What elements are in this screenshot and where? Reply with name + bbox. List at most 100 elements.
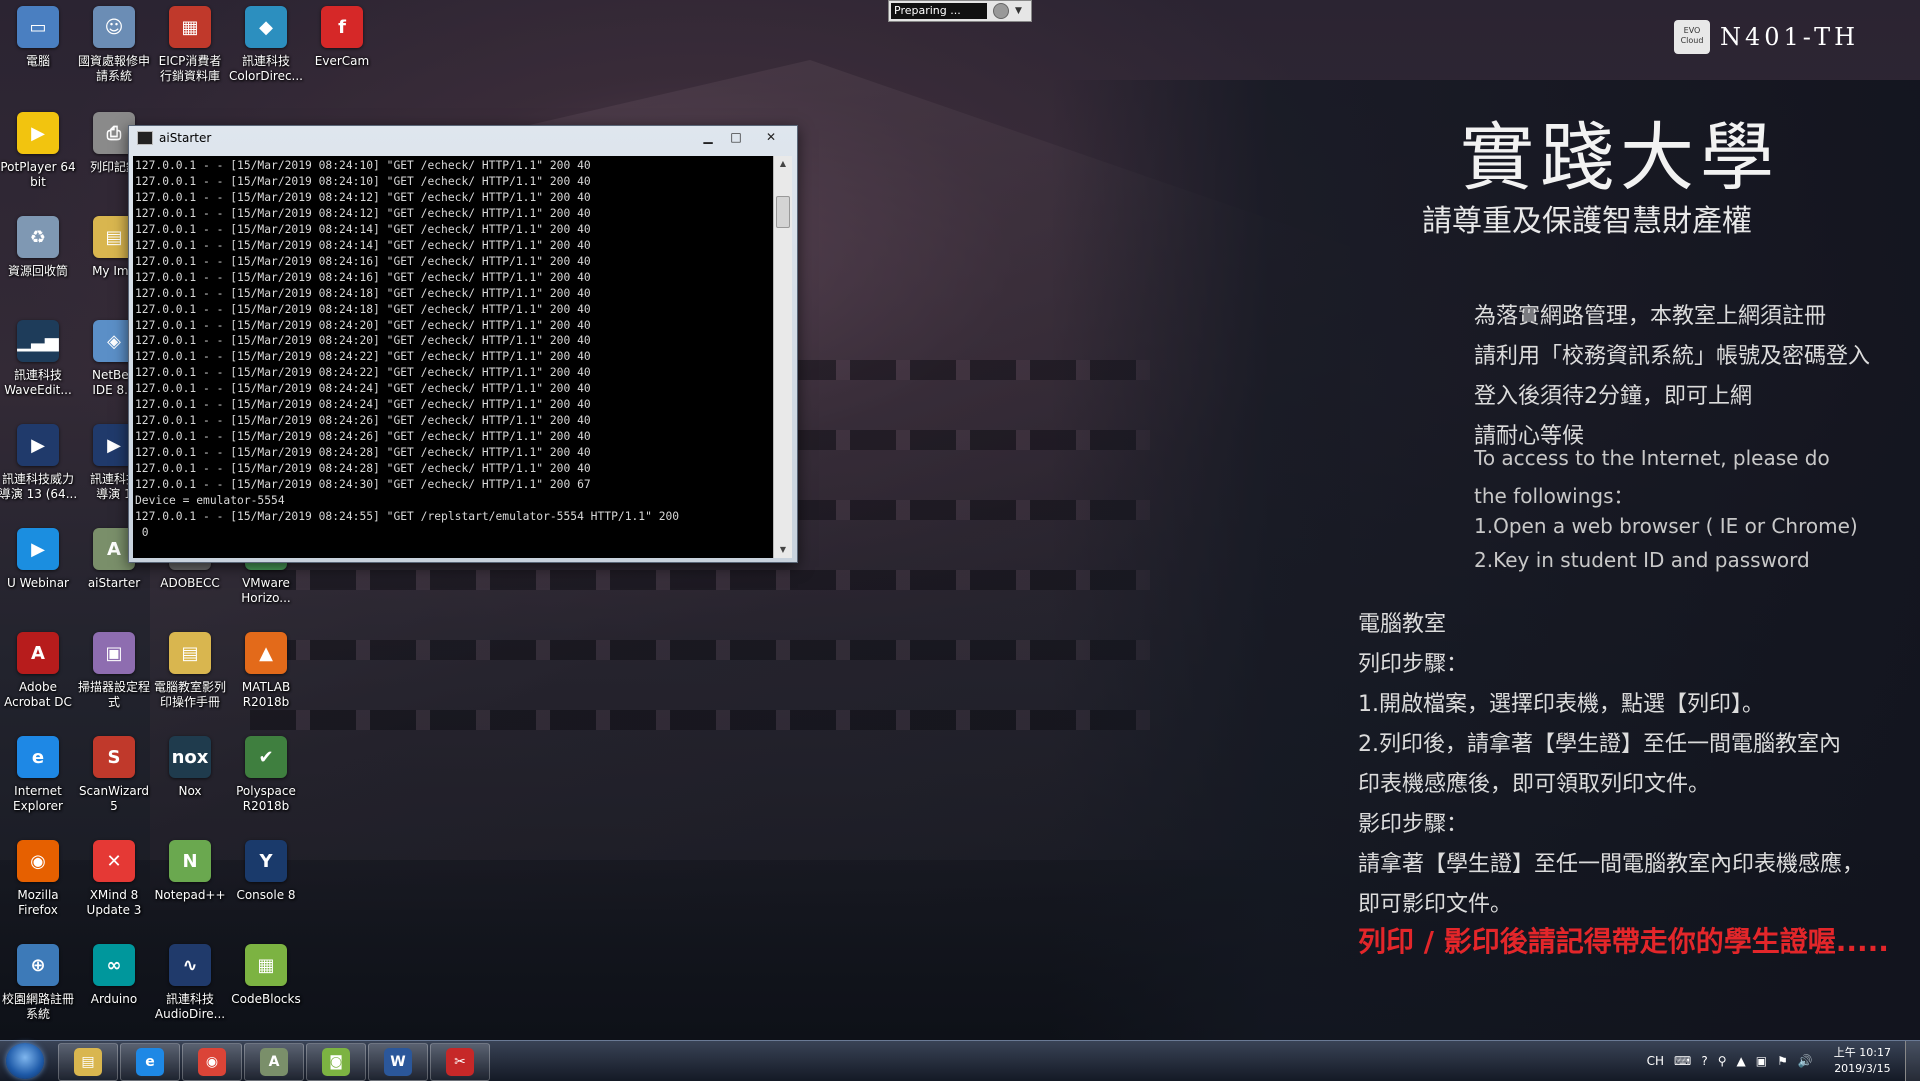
clock-date: 2019/3/15 xyxy=(1834,1062,1891,1075)
internet-explorer-icon: e xyxy=(136,1048,164,1076)
eicp-icon: ▦ xyxy=(169,6,211,48)
colordirector-icon: ◆ xyxy=(245,6,287,48)
desktop-icon[interactable]: ▶ U Webinar xyxy=(0,528,76,632)
status-dot-icon xyxy=(993,3,1009,19)
taskbar-item-word[interactable]: W xyxy=(368,1043,428,1081)
desktop-icon[interactable]: ◉ Mozilla Firefox xyxy=(0,840,76,944)
desktop-icon-label: 資源回收筒 xyxy=(7,264,68,278)
dropdown-caret-icon[interactable]: ▼ xyxy=(1015,6,1022,16)
desktop-icon-label: Console 8 xyxy=(236,888,296,902)
desktop-icon[interactable]: ⊕ 校園網路註冊 系統 xyxy=(0,944,76,1048)
lab-line: 2.列印後，請拿著【學生證】至任一間電腦教室內 xyxy=(1358,732,1841,757)
console-window[interactable]: aiStarter ▁ □ ✕ 127.0.0.1 - - [15/Mar/20… xyxy=(128,125,798,563)
ip-notice: 請尊重及保護智慧財產權 xyxy=(1422,204,1752,239)
desktop-icon[interactable]: ▤ 電腦教室影列 印操作手冊 xyxy=(152,632,228,736)
desktop-icon-label: U Webinar xyxy=(7,576,69,590)
arduino-icon: ∞ xyxy=(93,944,135,986)
taskbar-item-aistarter[interactable]: A xyxy=(244,1043,304,1081)
internet-explorer-icon: e xyxy=(17,736,59,778)
vertical-scrollbar[interactable]: ▲ ▼ xyxy=(773,156,792,558)
firefox-icon: ◉ xyxy=(17,840,59,882)
desktop-icon[interactable]: ∞ Arduino xyxy=(76,944,152,1048)
desktop-icon-label: 電腦教室影列 印操作手冊 xyxy=(153,680,226,709)
desktop-icon[interactable]: ▦ EICP消費者 行銷資料庫 xyxy=(152,6,228,110)
desktop-icon-label: Notepad++ xyxy=(154,888,226,902)
scanwizard-icon: S xyxy=(93,736,135,778)
taskbar-item-snipping[interactable]: ✂ xyxy=(430,1043,490,1081)
taskbar-item-explorer[interactable]: ▤ xyxy=(58,1043,118,1081)
info-line: 請利用「校務資訊系統」帳號及密碼登入 xyxy=(1474,344,1871,369)
desktop-icon-label: ScanWizard 5 xyxy=(78,784,150,813)
start-button[interactable] xyxy=(6,1043,44,1079)
desktop-icon-label: PotPlayer 64 bit xyxy=(0,160,76,189)
taskbar-item-android[interactable]: ◙ xyxy=(306,1043,366,1081)
keyboard-icon[interactable]: ⌨ xyxy=(1674,1054,1691,1068)
info-line-en: 2.Key in student ID and password xyxy=(1474,548,1810,572)
console-text: 127.0.0.1 - - [15/Mar/2019 08:24:10] "GE… xyxy=(135,159,680,539)
network-icon[interactable]: ▣ xyxy=(1756,1054,1767,1068)
console-app-icon xyxy=(137,131,153,145)
desktop-icon[interactable]: ✔ Polyspace R2018b xyxy=(228,736,304,840)
desktop-icon[interactable]: Y Console 8 xyxy=(228,840,304,944)
aistarter-icon: A xyxy=(260,1048,288,1076)
desktop-icon[interactable]: ▭ 電腦 xyxy=(0,6,76,110)
ime-icon[interactable]: ⚲ xyxy=(1718,1054,1727,1068)
desktop-icon[interactable]: ▣ 掃描器設定程 式 xyxy=(76,632,152,736)
xmind-icon: ✕ xyxy=(93,840,135,882)
scroll-down-icon[interactable]: ▼ xyxy=(774,542,792,558)
acrobat-icon: A xyxy=(17,632,59,674)
desktop-icon-label: Arduino xyxy=(90,992,138,1006)
desktop-icon[interactable]: A Adobe Acrobat DC xyxy=(0,632,76,736)
desktop-icon[interactable]: N Notepad++ xyxy=(152,840,228,944)
close-button[interactable]: ✕ xyxy=(751,128,791,146)
preparing-widget[interactable]: Preparing ... ▼ xyxy=(888,0,1032,22)
help-icon[interactable]: ? xyxy=(1701,1054,1707,1068)
evo-cloud-icon: EVO Cloud xyxy=(1674,20,1710,54)
wallpaper-window-row xyxy=(250,570,1150,590)
machine-name: N401-TH xyxy=(1720,23,1859,51)
language-indicator[interactable]: CH xyxy=(1647,1054,1664,1068)
desktop-icon[interactable]: S ScanWizard 5 xyxy=(76,736,152,840)
lab-line: 電腦教室 xyxy=(1358,612,1447,637)
console-titlebar[interactable]: aiStarter ▁ □ ✕ xyxy=(129,126,797,150)
desktop-icon-label: 訊連科技 ColorDirec... xyxy=(229,54,303,83)
desktop-icon[interactable]: ▁▃▅ 訊連科技 WaveEdit... xyxy=(0,320,76,424)
desktop-icon-label: 訊連科技 AudioDire... xyxy=(154,992,226,1021)
desktop-icon[interactable]: nox Nox xyxy=(152,736,228,840)
users-icon: ☺ xyxy=(93,6,135,48)
notepadpp-icon: N xyxy=(169,840,211,882)
taskbar-item-ie[interactable]: e xyxy=(120,1043,180,1081)
desktop-icon[interactable]: ◆ 訊連科技 ColorDirec... xyxy=(228,6,304,110)
desktop-icon[interactable]: ▶ PotPlayer 64 bit xyxy=(0,112,76,216)
android-icon: ◙ xyxy=(322,1048,350,1076)
scroll-thumb[interactable] xyxy=(776,196,790,228)
taskbar-item-chrome[interactable]: ◉ xyxy=(182,1043,242,1081)
info-line: 為落實網路管理，本教室上網須註冊 xyxy=(1474,304,1827,329)
show-desktop-button[interactable] xyxy=(1905,1041,1920,1081)
desktop-icon[interactable]: ▲ MATLAB R2018b xyxy=(228,632,304,736)
desktop-icon[interactable]: e Internet Explorer xyxy=(0,736,76,840)
nox-icon: nox xyxy=(169,736,211,778)
desktop-icon[interactable]: f EverCam xyxy=(304,6,380,110)
scroll-up-icon[interactable]: ▲ xyxy=(774,156,792,172)
action-center-flag-icon[interactable]: ⚑ xyxy=(1777,1054,1788,1068)
desktop-icon[interactable]: ▶ 訊連科技威力 導演 13 (64... xyxy=(0,424,77,528)
desktop-icon[interactable]: ✕ XMind 8 Update 3 xyxy=(76,840,152,944)
desktop-icon-label: 校園網路註冊 系統 xyxy=(1,992,74,1021)
desktop-icon[interactable]: ☺ 國資處報修申 請系統 xyxy=(76,6,152,110)
chrome-icon: ◉ xyxy=(198,1048,226,1076)
computer-icon: ▭ xyxy=(17,6,59,48)
desktop-icon[interactable]: ∿ 訊連科技 AudioDire... xyxy=(152,944,228,1048)
desktop-icon-label: ADOBECC xyxy=(160,576,220,590)
codeblocks-icon: ▦ xyxy=(245,944,287,986)
minimize-button[interactable]: ▁ xyxy=(695,128,721,146)
desktop-icon[interactable]: ♻ 資源回收筒 xyxy=(0,216,76,320)
uwebinar-icon: ▶ xyxy=(17,528,59,570)
desktop-icon[interactable]: ▦ CodeBlocks xyxy=(228,944,304,1048)
show-hidden-icons-icon[interactable]: ▲ xyxy=(1737,1054,1746,1068)
maximize-button[interactable]: □ xyxy=(723,128,749,146)
lab-line: 請拿著【學生證】至任一間電腦教室內印表機感應， xyxy=(1358,852,1865,877)
clock[interactable]: 上午 10:17 2019/3/15 xyxy=(1834,1045,1891,1077)
console-output[interactable]: 127.0.0.1 - - [15/Mar/2019 08:24:10] "GE… xyxy=(133,156,773,558)
volume-icon[interactable]: 🔊 xyxy=(1798,1054,1813,1068)
